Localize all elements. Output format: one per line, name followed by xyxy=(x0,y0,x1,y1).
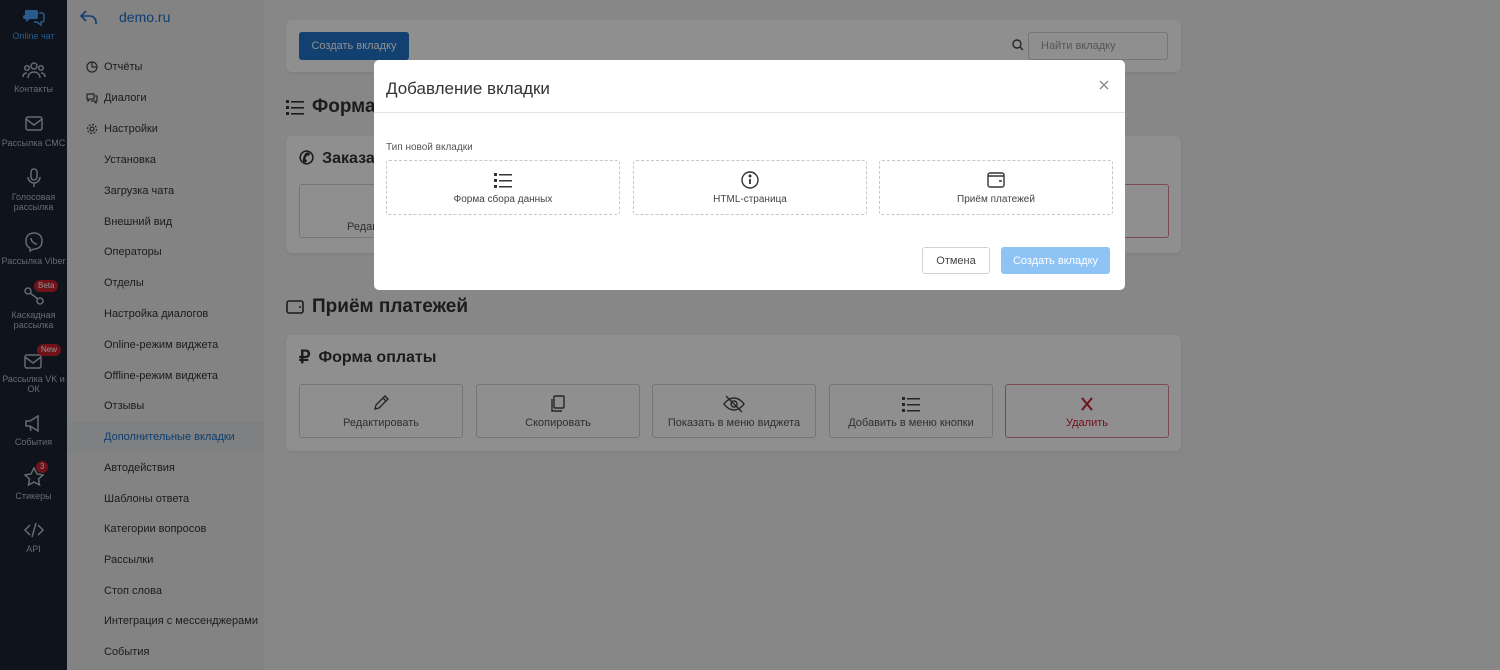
tab-type-label-text: Приём платежей xyxy=(957,194,1035,205)
list-icon xyxy=(494,173,512,188)
tab-type-label-text: HTML-страница xyxy=(713,194,787,205)
tab-type-data-form[interactable]: Форма сбора данных xyxy=(386,160,620,215)
tab-type-html-page[interactable]: HTML-страница xyxy=(633,160,867,215)
tab-type-payments[interactable]: Приём платежей xyxy=(879,160,1113,215)
tab-type-label-text: Форма сбора данных xyxy=(453,194,553,205)
wallet-icon xyxy=(987,172,1005,188)
info-icon xyxy=(741,171,759,189)
add-tab-dialog: Добавление вкладки Тип новой вкладки Фор… xyxy=(374,60,1125,290)
dialog-title: Добавление вкладки xyxy=(386,79,550,98)
cancel-button[interactable]: Отмена xyxy=(922,247,990,274)
tab-type-label: Тип новой вкладки xyxy=(386,142,473,153)
close-icon[interactable] xyxy=(1097,78,1111,92)
create-tab-submit-button[interactable]: Создать вкладку xyxy=(1001,247,1110,274)
dialog-divider xyxy=(374,112,1125,113)
